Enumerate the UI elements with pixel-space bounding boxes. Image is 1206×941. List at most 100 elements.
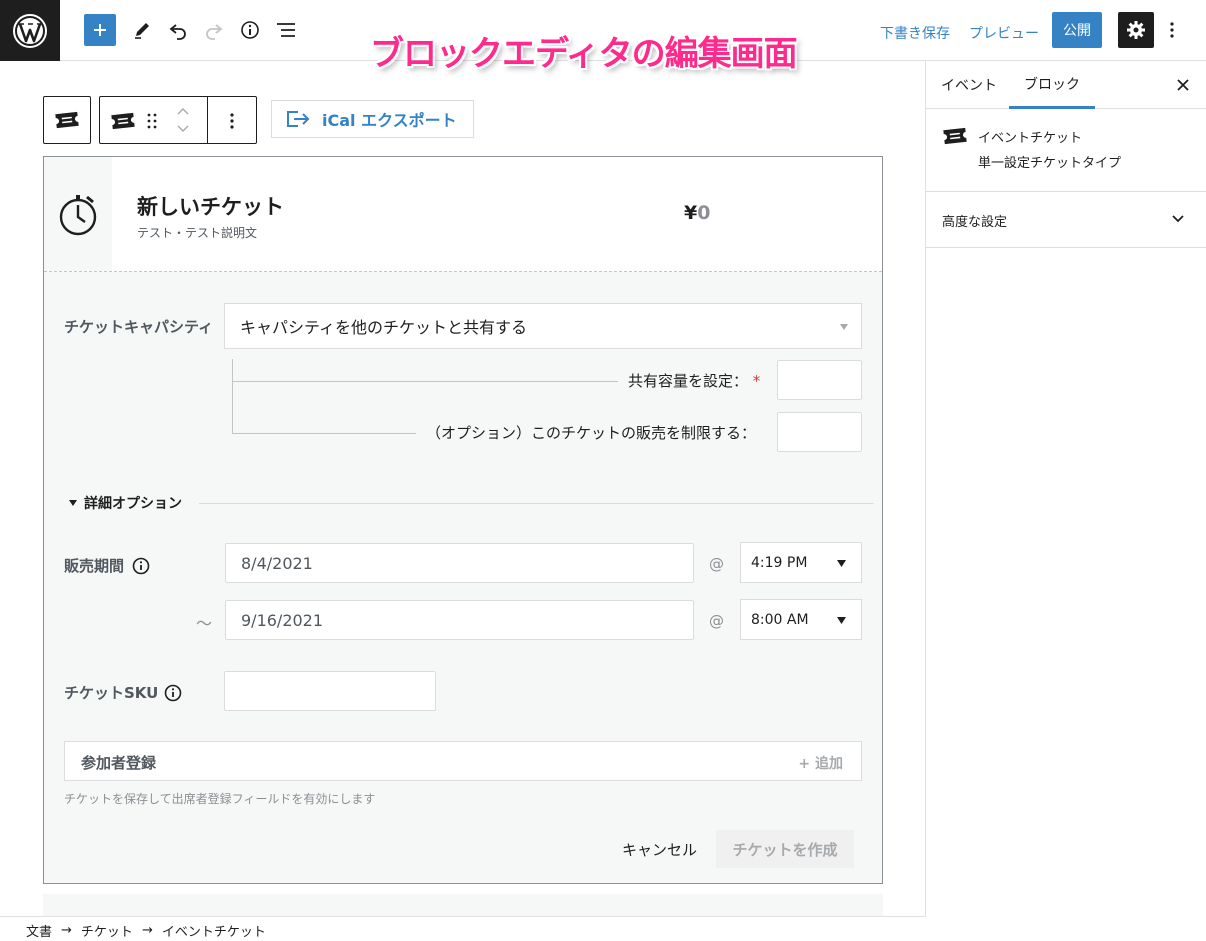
- save-draft-button[interactable]: 下書き保存: [880, 23, 950, 43]
- sale-end-time-select[interactable]: 8:00 AM: [740, 599, 862, 640]
- move-down-button[interactable]: [172, 121, 194, 137]
- ticket-header: 新しいチケット テスト・テスト説明文 ¥0: [44, 157, 882, 272]
- tree-line: [232, 433, 416, 434]
- breadcrumb-item[interactable]: イベントチケット: [162, 921, 266, 940]
- list-view-button[interactable]: [270, 14, 302, 46]
- sale-end-date-input[interactable]: 9/16/2021: [225, 600, 694, 640]
- at-sign: @: [709, 555, 724, 573]
- tree-line: [232, 381, 618, 382]
- sku-input[interactable]: [224, 671, 436, 711]
- wordpress-icon: [13, 13, 47, 48]
- more-vertical-icon: [1170, 22, 1174, 38]
- sale-period-label-text: 販売期間: [64, 557, 125, 575]
- ticket-editor-block: 新しいチケット テスト・テスト説明文 ¥0 チケットキャパシティ キャパシティを…: [43, 156, 883, 884]
- ical-export-button[interactable]: iCal エクスポート: [271, 100, 474, 138]
- breadcrumb: 文書 → チケット → イベントチケット: [0, 916, 925, 941]
- block-card: イベントチケット 単一設定チケットタイプ: [926, 109, 1206, 192]
- pencil-icon: [135, 23, 149, 39]
- sku-label-text: チケットSKU: [64, 684, 159, 702]
- breadcrumb-item[interactable]: チケット: [81, 921, 133, 940]
- redo-button[interactable]: [198, 14, 230, 46]
- tab-event[interactable]: イベント: [926, 61, 1012, 109]
- attendee-add-button[interactable]: + 追加: [798, 753, 843, 773]
- info-icon[interactable]: [132, 557, 150, 575]
- tilde-separator: 〜: [196, 614, 213, 633]
- block-toolbar: [99, 96, 257, 144]
- limit-sales-label: （オプション）このチケットの販売を制限する：: [426, 424, 757, 442]
- settings-sidebar: イベント ブロック イベントチケット 単一設定チケットタイプ 高度な設定: [925, 61, 1206, 917]
- sku-label: チケットSKU: [64, 682, 182, 703]
- publish-button[interactable]: 公開: [1052, 12, 1102, 48]
- close-sidebar-button[interactable]: [1173, 75, 1193, 95]
- block-type-button[interactable]: [106, 107, 140, 135]
- cancel-button[interactable]: キャンセル: [622, 839, 697, 860]
- chevron-up-icon: [177, 108, 189, 115]
- gear-icon: [1127, 21, 1145, 39]
- export-icon: [287, 111, 310, 127]
- block-card-description: 単一設定チケットタイプ: [978, 156, 1122, 171]
- select-arrow-icon: [840, 324, 848, 330]
- clock-icon: [59, 195, 97, 236]
- advanced-panel-label: 高度な設定: [942, 215, 1008, 230]
- chevron-down-icon: [1172, 215, 1184, 223]
- required-mark: *: [752, 372, 761, 390]
- settings-button[interactable]: [1118, 12, 1154, 48]
- ticket-price[interactable]: ¥0: [684, 202, 710, 224]
- ticket-icon-column: [44, 157, 112, 271]
- ical-export-label: iCal エクスポート: [322, 111, 457, 130]
- create-ticket-button[interactable]: チケットを作成: [716, 830, 854, 868]
- shared-capacity-input[interactable]: [777, 360, 862, 400]
- advanced-divider: [199, 503, 874, 504]
- attendee-registration-row: 参加者登録 + 追加: [64, 741, 862, 781]
- capacity-select[interactable]: キャパシティを他のチケットと共有する: [224, 303, 862, 349]
- block-options-button[interactable]: [218, 107, 246, 135]
- wordpress-logo[interactable]: [0, 0, 60, 61]
- toolbar-divider: [207, 97, 208, 143]
- caret-down-icon: [69, 500, 77, 506]
- advanced-options-toggle[interactable]: 詳細オプション: [68, 493, 182, 513]
- clipped-text: [91, 110, 99, 130]
- arrow-right-icon: →: [141, 923, 153, 938]
- shared-capacity-label-text: 共有容量を設定：: [628, 372, 749, 390]
- tab-block[interactable]: ブロック: [1009, 61, 1095, 109]
- select-arrow-icon: [837, 560, 846, 567]
- capacity-label: チケットキャパシティ: [64, 318, 214, 336]
- ticket-icon: [943, 127, 967, 145]
- ticket-icon: [55, 111, 79, 129]
- info-icon[interactable]: [164, 684, 182, 702]
- move-up-button[interactable]: [172, 103, 194, 119]
- at-sign: @: [709, 612, 724, 630]
- undo-icon: [169, 24, 186, 40]
- undo-button[interactable]: [162, 14, 194, 46]
- attendee-help-text: チケットを保存して出席者登録フィールドを有効にします: [64, 792, 376, 806]
- close-icon: [1177, 79, 1189, 91]
- sale-start-date-input[interactable]: 8/4/2021: [225, 543, 694, 583]
- next-block-placeholder: [43, 894, 883, 916]
- shared-capacity-label: 共有容量を設定： *: [628, 370, 760, 391]
- list-view-icon: [277, 23, 295, 37]
- capacity-select-value: キャパシティを他のチケットと共有する: [240, 318, 528, 337]
- details-button[interactable]: [234, 14, 266, 46]
- sale-start-time-value: 4:19 PM: [751, 554, 808, 571]
- ticket-name[interactable]: 新しいチケット: [137, 191, 284, 221]
- add-block-button[interactable]: [84, 14, 116, 46]
- options-menu-button[interactable]: [1160, 16, 1184, 44]
- drag-handle[interactable]: [144, 111, 160, 131]
- parent-block-button[interactable]: [43, 96, 91, 144]
- tools-button[interactable]: [126, 14, 158, 46]
- breadcrumb-item[interactable]: 文書: [26, 921, 52, 940]
- sale-start-time-select[interactable]: 4:19 PM: [740, 542, 862, 583]
- sidebar-tabs: イベント ブロック: [926, 61, 1206, 109]
- currency-symbol: ¥: [684, 202, 698, 224]
- sale-end-time-value: 8:00 AM: [751, 611, 809, 628]
- redo-icon: [206, 24, 223, 40]
- preview-button[interactable]: プレビュー: [969, 23, 1039, 43]
- drag-handle-icon: [147, 113, 157, 129]
- plus-icon: [94, 24, 106, 36]
- ticket-description[interactable]: テスト・テスト説明文: [137, 224, 257, 241]
- chevron-down-icon: [177, 125, 189, 132]
- block-card-title: イベントチケット: [978, 131, 1083, 146]
- advanced-panel-toggle[interactable]: 高度な設定: [926, 192, 1206, 248]
- tree-line: [232, 359, 233, 433]
- limit-sales-input[interactable]: [777, 412, 862, 452]
